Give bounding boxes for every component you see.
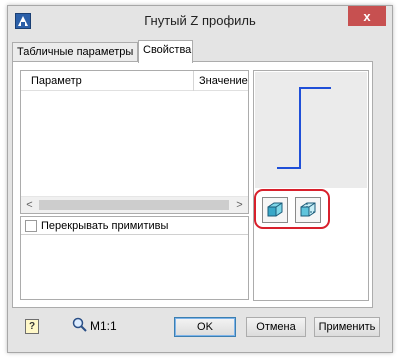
profile-preview	[255, 72, 367, 188]
z-profile-shape	[277, 87, 331, 169]
options-box: Перекрывать примитивы	[20, 216, 249, 300]
close-icon: x	[363, 8, 371, 24]
zoom-scale-label[interactable]: M1:1	[90, 319, 117, 333]
parameters-grid[interactable]: Параметр Значение < >	[20, 70, 249, 214]
preview-panel	[253, 70, 369, 301]
window-title: Гнутый Z профиль	[144, 13, 256, 28]
overlap-primitives-option[interactable]: Перекрывать примитивы	[21, 217, 248, 235]
apply-button[interactable]: Применить	[314, 317, 380, 337]
scroll-right-icon[interactable]: >	[231, 197, 248, 213]
column-header-value[interactable]: Значение	[199, 75, 248, 87]
column-divider[interactable]	[193, 71, 194, 91]
scroll-left-icon[interactable]: <	[21, 197, 38, 213]
view-mode-button-1[interactable]	[262, 197, 288, 223]
tab-properties[interactable]: Свойства	[138, 40, 193, 63]
tab-table-params[interactable]: Табличные параметры	[12, 42, 138, 62]
cancel-button[interactable]: Отмена	[246, 317, 306, 337]
zoom-icon[interactable]	[72, 317, 88, 336]
grid-header: Параметр Значение	[21, 71, 248, 91]
horizontal-scrollbar[interactable]: < >	[21, 196, 248, 213]
overlap-primitives-label: Перекрывать примитивы	[41, 220, 169, 232]
overlap-primitives-checkbox[interactable]	[25, 220, 37, 232]
scroll-thumb[interactable]	[39, 200, 229, 210]
help-icon[interactable]: ?	[25, 319, 39, 334]
ok-button[interactable]: OK	[174, 317, 236, 337]
close-button[interactable]: x	[348, 6, 386, 26]
column-header-parameter[interactable]: Параметр	[31, 75, 82, 87]
view-buttons-highlight	[254, 189, 330, 229]
title-bar: Гнутый Z профиль x	[8, 6, 392, 35]
view-mode-button-2[interactable]	[295, 197, 321, 223]
